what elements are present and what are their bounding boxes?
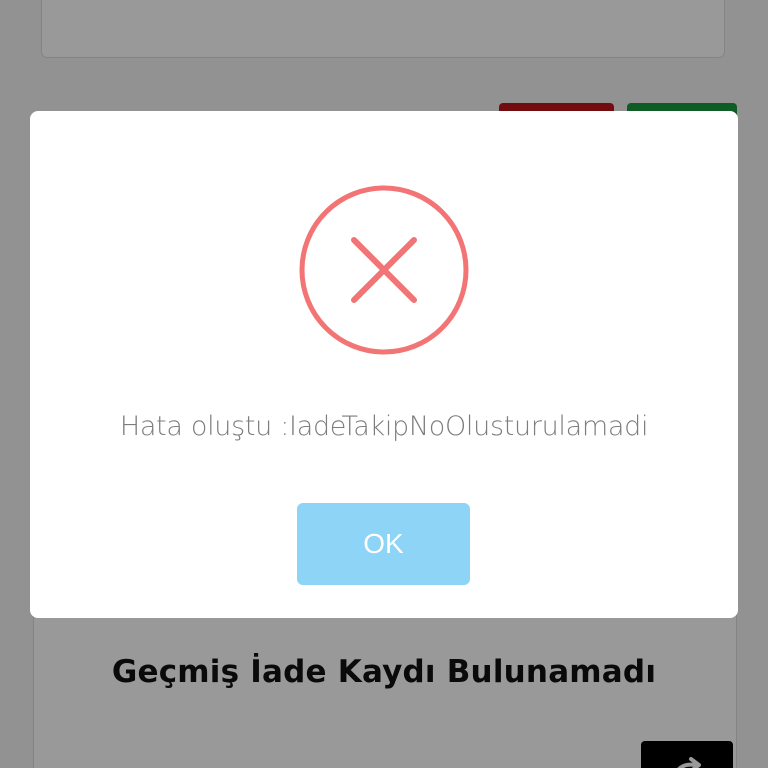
error-x-circle-icon <box>299 185 469 355</box>
error-message: Hata oluştu :IadeTakipNoOlusturulamadi <box>119 411 649 442</box>
screen: Geçmiş İade Kaydı Bulunamadı Hata oluştu… <box>0 0 768 768</box>
error-dialog: Hata oluştu :IadeTakipNoOlusturulamadi O… <box>30 111 738 618</box>
ok-button[interactable]: OK <box>297 503 470 585</box>
